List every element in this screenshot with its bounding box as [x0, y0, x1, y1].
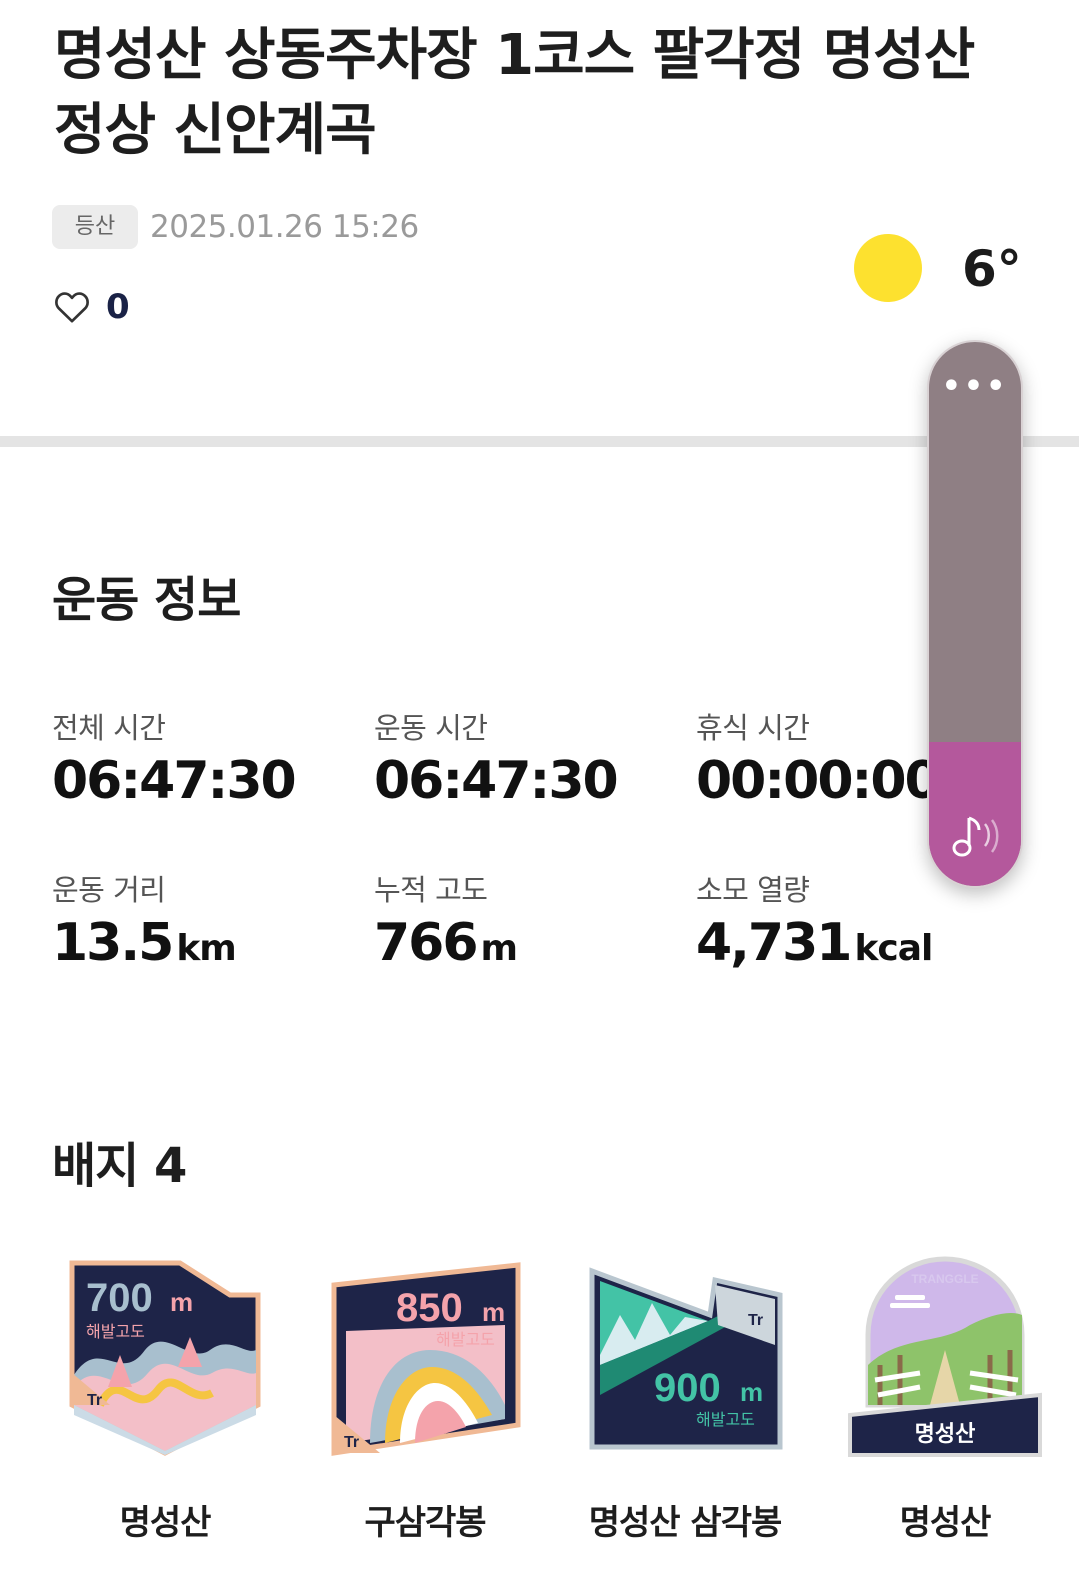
stat-value: 4,731: [696, 913, 852, 973]
badge-850m-icon: Tr 850 m 해발고도: [331, 1262, 521, 1456]
badge-caption: 해발고도: [436, 1330, 495, 1349]
badge-altitude: 900: [654, 1366, 721, 1410]
exercise-section-title: 운동 정보: [52, 572, 241, 628]
post-datetime: 2025.01.26 15:26: [150, 209, 419, 245]
badge-item[interactable]: TRANGGLE 명성산 명성산: [820, 1255, 1070, 1555]
badge-caption: 해발고도: [696, 1410, 755, 1429]
heart-icon: [55, 292, 89, 323]
badge-700m-icon: Tr 700 m 해발고도: [69, 1260, 261, 1456]
post-title: 명성산 상동주차장 1코스 팔각정 명성산 정상 신안계곡: [54, 23, 975, 163]
stat-total-time: 전체 시간 06:47:30: [52, 708, 352, 814]
stat-label: 전체 시간: [52, 711, 166, 745]
stat-distance: 운동 거리 13.5 km: [52, 870, 352, 982]
svg-text:Tr: Tr: [87, 1392, 102, 1409]
badge-label: 명성산: [915, 1422, 976, 1447]
more-options-button[interactable]: •••: [929, 370, 1021, 404]
badge-caption: 해발고도: [86, 1322, 145, 1341]
music-note-icon: [952, 816, 999, 857]
stat-value: 06:47:30: [52, 751, 297, 811]
badge-unit: m: [482, 1297, 505, 1327]
section-divider: [0, 436, 1079, 447]
svg-text:Tr: Tr: [748, 1312, 763, 1329]
stat-value: 13.5: [52, 913, 174, 973]
badge-brand: TRANGGLE: [911, 1272, 978, 1286]
stat-unit: km: [176, 928, 236, 969]
badge-name: 구삼각봉: [364, 1503, 486, 1543]
badge-unit: m: [740, 1377, 763, 1407]
badge-myeongseongsan-icon: TRANGGLE 명성산: [848, 1256, 1042, 1457]
floating-side-menu[interactable]: •••: [927, 340, 1023, 888]
badge-900m-icon: Tr 900 m 해발고도: [589, 1267, 783, 1450]
category-tag: 등산: [52, 205, 138, 249]
badges-section-title: 배지 4: [52, 1138, 187, 1194]
sun-icon: [854, 234, 922, 302]
temperature: 6°: [962, 240, 1022, 298]
svg-text:Tr: Tr: [344, 1434, 359, 1451]
music-button[interactable]: [929, 742, 1021, 886]
badge-name: 명성산: [119, 1503, 212, 1543]
badge-altitude: 700: [86, 1276, 153, 1320]
stat-calories: 소모 열량 4,731 kcal: [696, 870, 996, 982]
badge-altitude: 850: [396, 1286, 463, 1330]
stat-exercise-time: 운동 시간 06:47:30: [374, 708, 674, 814]
badge-name: 명성산 삼각봉: [588, 1503, 783, 1543]
like-button[interactable]: 0: [52, 285, 130, 329]
stat-label: 운동 거리: [52, 873, 166, 907]
stat-value: 06:47:30: [374, 751, 619, 811]
stat-value: 766: [374, 913, 479, 973]
stat-label: 누적 고도: [374, 873, 488, 907]
like-count: 0: [106, 287, 130, 327]
stat-label: 운동 시간: [374, 711, 488, 745]
stat-elevation: 누적 고도 766 m: [374, 870, 674, 982]
stat-unit: kcal: [854, 928, 933, 969]
badge-name: 명성산: [899, 1503, 992, 1543]
badge-unit: m: [170, 1287, 193, 1317]
badge-item[interactable]: Tr 700 m 해발고도 명성산: [40, 1255, 290, 1555]
badge-item[interactable]: Tr 900 m 해발고도 명성산 삼각봉: [560, 1255, 810, 1555]
badge-item[interactable]: Tr 850 m 해발고도 구삼각봉: [300, 1255, 550, 1555]
stat-unit: m: [480, 928, 519, 969]
stat-value: 00:00:00: [696, 751, 941, 811]
